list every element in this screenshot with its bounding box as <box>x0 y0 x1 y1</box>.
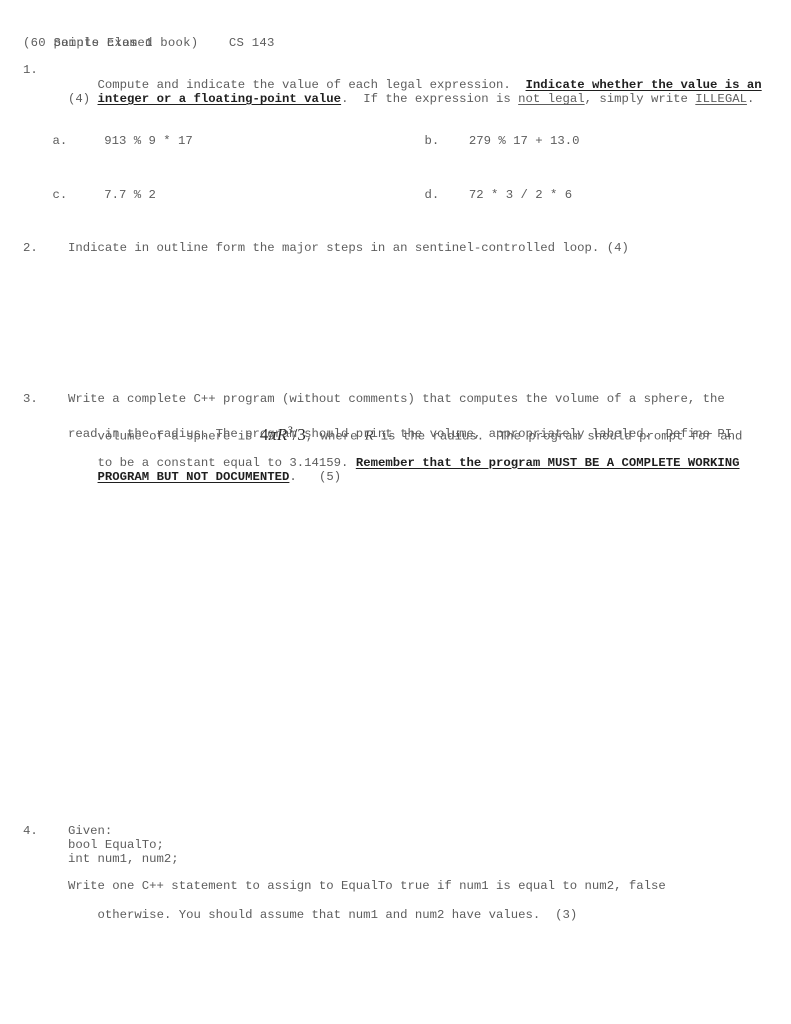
expression-item-c: c. 7.7 % 2 <box>23 173 156 217</box>
question-3-line-1: Write a complete C++ program (without co… <box>68 392 725 406</box>
question-4-points: (3) <box>555 908 578 923</box>
q1-underline-illegal: ILLEGAL <box>695 92 747 107</box>
question-4-task-line-1: Write one C++ statement to assign to Equ… <box>68 879 666 893</box>
question-1-prompt-line-2: integer or a floating-point value. If th… <box>68 78 755 122</box>
q4-task-text: otherwise. You should assume that num1 a… <box>97 908 556 923</box>
expression-item-b: b. 279 % 17 + 13.0 <box>395 119 580 163</box>
q3-emphasis-b: PROGRAM BUT NOT DOCUMENTED <box>97 470 290 485</box>
q3-points-gap <box>297 470 319 484</box>
header-subtitle: (60 points closed book) <box>23 35 199 50</box>
question-4-number: 4. <box>23 824 38 838</box>
expression-d-gap <box>439 188 469 202</box>
question-4-given-label: Given: <box>68 824 113 838</box>
expression-a-gap <box>67 134 104 148</box>
course-code: CS 143 <box>228 35 275 50</box>
expression-c-gap <box>67 188 104 202</box>
expression-b-gap <box>439 134 469 148</box>
q1-prompt-text-c: , simply write <box>584 92 696 107</box>
q1-underline-not-legal: not legal <box>518 92 585 107</box>
expression-d-label: d. <box>424 187 440 202</box>
question-4-code-line-1: bool EqualTo; <box>68 838 164 852</box>
q1-prompt-text-d: . <box>746 92 755 107</box>
expression-c-label: c. <box>52 187 68 202</box>
q1-prompt-text-b: . If the expression is <box>341 92 519 107</box>
expression-item-a: a. 913 % 9 * 17 <box>23 119 193 163</box>
question-4-code-line-2: int num1, num2; <box>68 852 179 866</box>
exam-page: Sample Exam 1 CS 143 (60 points closed b… <box>0 0 791 1024</box>
expression-d-text: 72 * 3 / 2 * 6 <box>468 187 573 202</box>
question-3-points: (5) <box>318 470 342 485</box>
q3-emphasis-a: Remember that the program MUST BE A COMP… <box>355 455 740 470</box>
expression-a-text: 913 % 9 * 17 <box>104 133 193 148</box>
question-1-number: 1. <box>23 63 38 77</box>
question-2-text: Indicate in outline form the major steps… <box>68 241 629 255</box>
expression-b-text: 279 % 17 + 13.0 <box>468 133 580 148</box>
question-2-number: 2. <box>23 241 38 255</box>
expression-c-text: 7.7 % 2 <box>104 187 156 202</box>
expression-a-label: a. <box>52 133 68 148</box>
q3-line5-period: . <box>289 470 297 485</box>
question-3-number: 3. <box>23 392 38 406</box>
question-1-points: (4) <box>68 92 91 106</box>
q1-emphasis-b: integer or a floating-point value <box>97 92 342 107</box>
expression-b-label: b. <box>424 133 440 148</box>
expression-item-d: d. 72 * 3 / 2 * 6 <box>395 173 573 217</box>
question-3-line-3: read in the radius. The program should p… <box>68 426 733 441</box>
question-3-line-5: PROGRAM BUT NOT DOCUMENTED. (5) <box>68 456 342 500</box>
question-4-task-line-2: otherwise. You should assume that num1 a… <box>68 894 578 938</box>
